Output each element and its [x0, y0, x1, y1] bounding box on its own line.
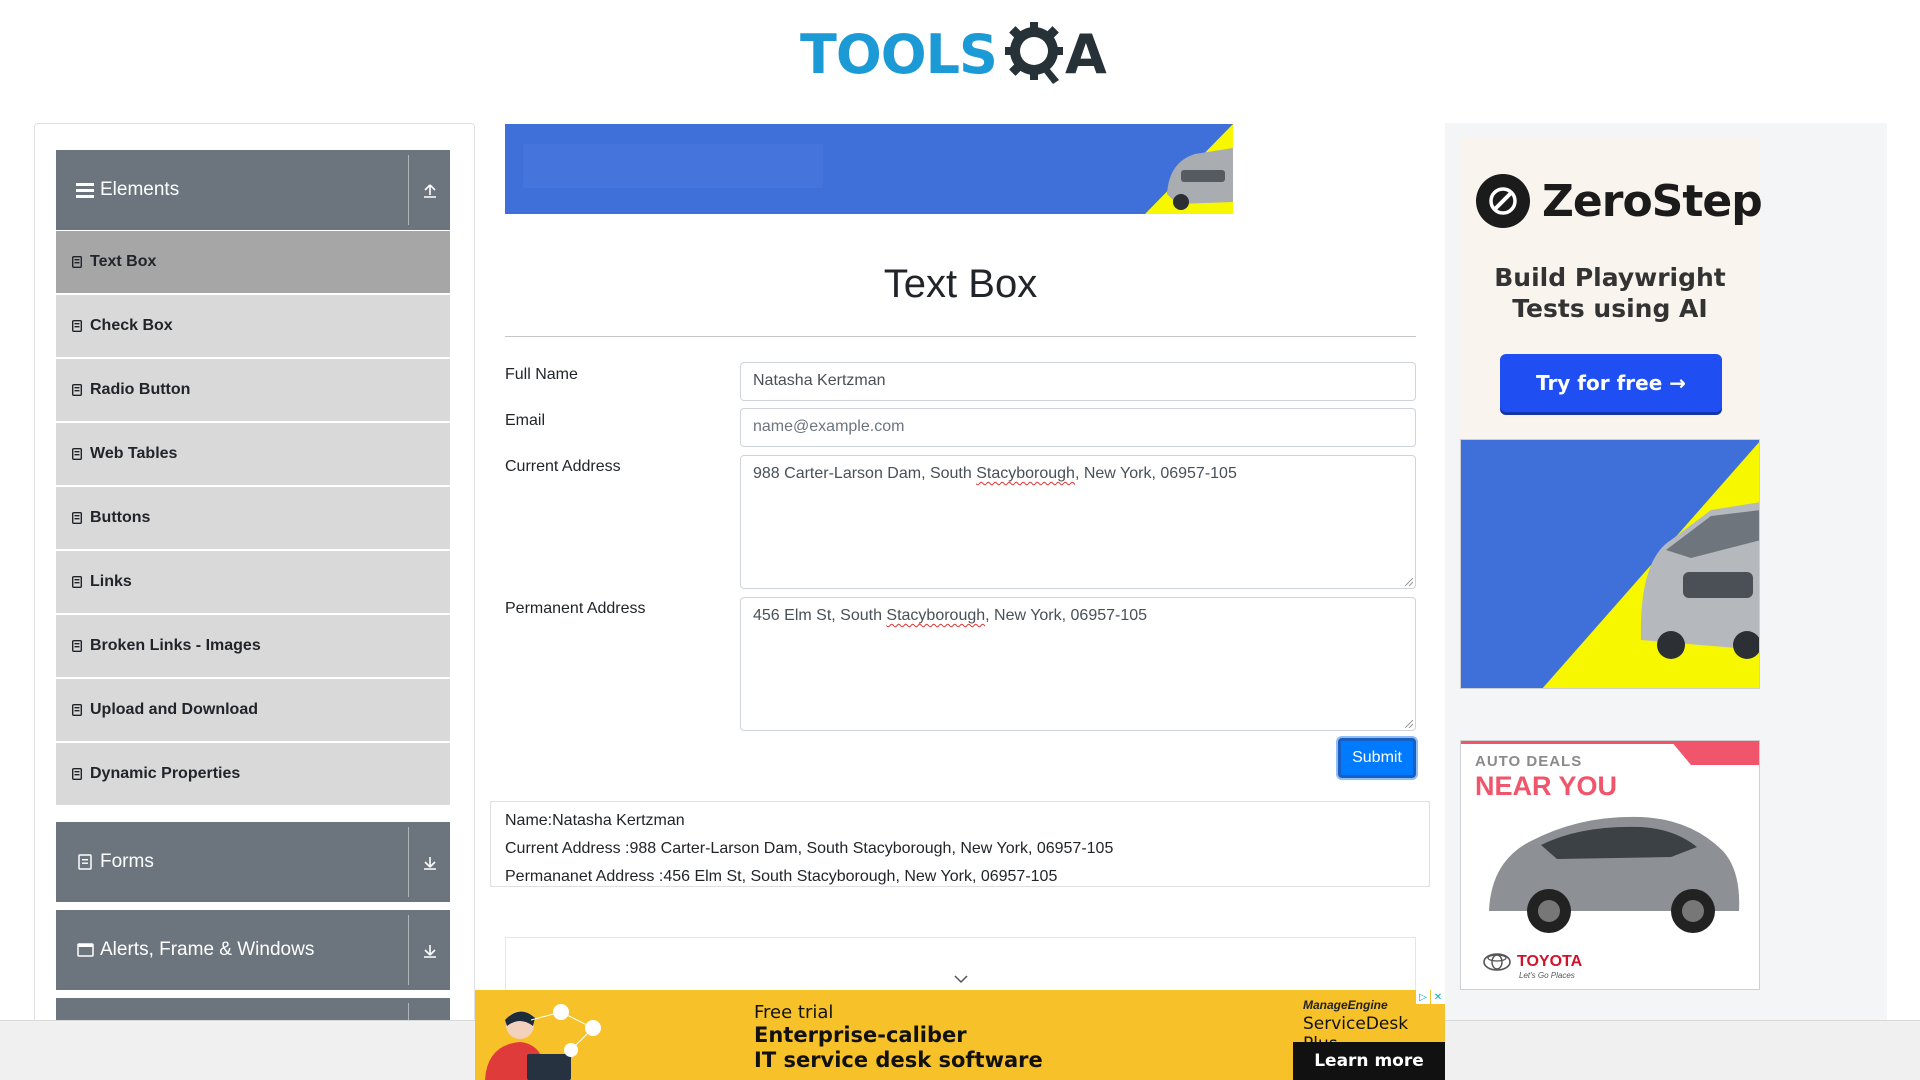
- list-icon: [71, 511, 83, 525]
- banner-brand-small: ManageEngine: [1303, 998, 1388, 1012]
- current-address-label: Current Address: [505, 458, 621, 475]
- window-icon: [74, 943, 96, 957]
- sidebar-item-upload-download[interactable]: Upload and Download: [56, 679, 450, 741]
- gear-magnifier-icon: [1001, 18, 1071, 90]
- output-permanent-address: Permananet Address :456 Elm St, South St…: [505, 868, 1058, 885]
- list-icon: [71, 767, 83, 781]
- list-icon: [71, 383, 83, 397]
- ad-choices-icon[interactable]: ▷: [1416, 990, 1430, 1004]
- zerostep-logo-icon: [1476, 174, 1530, 228]
- list-icon: [71, 639, 83, 653]
- sidebar-item-label: Buttons: [90, 509, 151, 526]
- side-car-ad[interactable]: [1460, 439, 1760, 689]
- try-for-free-button[interactable]: Try for free →: [1500, 354, 1722, 412]
- toyota-brand: TOYOTA: [1483, 953, 1582, 971]
- toyota-title: NEAR YOU: [1475, 771, 1618, 801]
- output-name: Name:Natasha Kertzman: [505, 812, 685, 829]
- sidebar-group-label: Alerts, Frame & Windows: [100, 939, 315, 960]
- sidebar-item-buttons[interactable]: Buttons: [56, 487, 450, 549]
- left-sidebar: Elements Text Box Check Box Radio Button…: [34, 123, 475, 1023]
- logo-text: TOOLS: [800, 22, 998, 86]
- full-name-value: Natasha Kertzman: [753, 372, 886, 389]
- sidebar-item-check-box[interactable]: Check Box: [56, 295, 450, 357]
- toyota-ad[interactable]: AUTO DEALS NEAR YOU TOYOTA Let's Go Plac…: [1460, 740, 1760, 990]
- current-address-text: 988 Carter-Larson Dam, South Stacyboroug…: [753, 465, 1237, 482]
- title-divider: [505, 336, 1416, 337]
- logo-text-a: A: [1064, 22, 1107, 86]
- car-ad-graphic: [1461, 440, 1759, 688]
- sidebar-item-label: Dynamic Properties: [90, 765, 241, 782]
- list-icon: [71, 703, 83, 717]
- collapse-up-icon[interactable]: [408, 155, 450, 225]
- sidebar-group-forms[interactable]: Forms: [56, 822, 450, 902]
- banner-headline: Enterprise-caliber IT service desk softw…: [754, 1023, 1043, 1072]
- sidebar-menu-elements: Text Box Check Box Radio Button Web Tabl…: [56, 231, 450, 807]
- expand-down-icon[interactable]: [408, 827, 450, 897]
- permanent-address-label: Permanent Address: [505, 600, 646, 617]
- car-ad-graphic: [505, 124, 1233, 214]
- sidebar-item-label: Web Tables: [90, 445, 178, 462]
- resize-grip-icon[interactable]: [1405, 720, 1413, 728]
- email-label: Email: [505, 412, 546, 429]
- list-icon: [71, 447, 83, 461]
- document-icon: [74, 854, 96, 870]
- sidebar-group-elements[interactable]: Elements: [56, 150, 450, 230]
- list-icon: [71, 319, 83, 333]
- toolsqa-logo[interactable]: TOOLS A: [800, 14, 1125, 94]
- email-input[interactable]: name@example.com: [740, 408, 1416, 447]
- page-title: Text Box: [883, 262, 1038, 306]
- expand-down-icon[interactable]: [408, 915, 450, 985]
- submit-button[interactable]: Submit: [1338, 738, 1416, 778]
- toyota-logo-icon: [1483, 953, 1511, 971]
- sidebar-item-broken-links[interactable]: Broken Links - Images: [56, 615, 450, 677]
- zerostep-tagline: Build Playwright Tests using AI: [1494, 263, 1726, 323]
- toyota-eyebrow: AUTO DEALS: [1475, 753, 1583, 770]
- sidebar-item-links[interactable]: Links: [56, 551, 450, 613]
- sidebar-group-label: Elements: [100, 179, 180, 200]
- output-panel: Name:Natasha Kertzman Current Address :9…: [490, 801, 1430, 887]
- current-address-textarea[interactable]: 988 Carter-Larson Dam, South Stacyboroug…: [740, 455, 1416, 589]
- top-car-ad[interactable]: [505, 124, 1233, 214]
- ad-choices[interactable]: ▷ ✕: [1416, 990, 1445, 1004]
- sidebar-item-label: Broken Links - Images: [90, 637, 261, 654]
- sidebar-item-radio-button[interactable]: Radio Button: [56, 359, 450, 421]
- resize-grip-icon[interactable]: [1405, 578, 1413, 586]
- list-icon: [71, 575, 83, 589]
- servicedesk-banner-ad[interactable]: Free trial Enterprise-caliber IT service…: [475, 990, 1445, 1080]
- full-name-input[interactable]: Natasha Kertzman: [740, 362, 1416, 401]
- banner-eyebrow: Free trial: [754, 1002, 834, 1023]
- permanent-address-textarea[interactable]: 456 Elm St, South Stacyborough, New York…: [740, 597, 1416, 731]
- close-icon[interactable]: ✕: [1431, 990, 1445, 1004]
- sidebar-item-text-box[interactable]: Text Box: [56, 231, 450, 293]
- sidebar-item-label: Upload and Download: [90, 701, 258, 718]
- full-name-label: Full Name: [505, 366, 578, 383]
- sidebar-item-label: Check Box: [90, 317, 173, 334]
- sidebar-item-label: Radio Button: [90, 381, 191, 398]
- learn-more-button[interactable]: Learn more: [1293, 1042, 1445, 1080]
- toyota-slogan: Let's Go Places: [1519, 971, 1575, 980]
- chevron-down-icon[interactable]: [954, 972, 968, 986]
- sidebar-item-dynamic-properties[interactable]: Dynamic Properties: [56, 743, 450, 805]
- sidebar-item-web-tables[interactable]: Web Tables: [56, 423, 450, 485]
- hamburger-icon: [74, 182, 96, 198]
- zerostep-ad[interactable]: ZeroStep Build Playwright Tests using AI…: [1460, 138, 1763, 439]
- zerostep-brand: ZeroStep: [1476, 174, 1763, 228]
- sidebar-group-label: Forms: [100, 851, 154, 872]
- page: TOOLS A Elements Text Box Check Box Radi…: [0, 0, 1920, 1080]
- sidebar-item-label: Text Box: [90, 253, 157, 270]
- output-current-address: Current Address :988 Carter-Larson Dam, …: [505, 840, 1114, 857]
- banner-illustration: [485, 1004, 601, 1080]
- sidebar-item-label: Links: [90, 573, 132, 590]
- permanent-address-text: 456 Elm St, South Stacyborough, New York…: [753, 607, 1148, 624]
- sidebar-group-alerts[interactable]: Alerts, Frame & Windows: [56, 910, 450, 990]
- list-icon: [71, 255, 83, 269]
- email-placeholder: name@example.com: [753, 418, 905, 435]
